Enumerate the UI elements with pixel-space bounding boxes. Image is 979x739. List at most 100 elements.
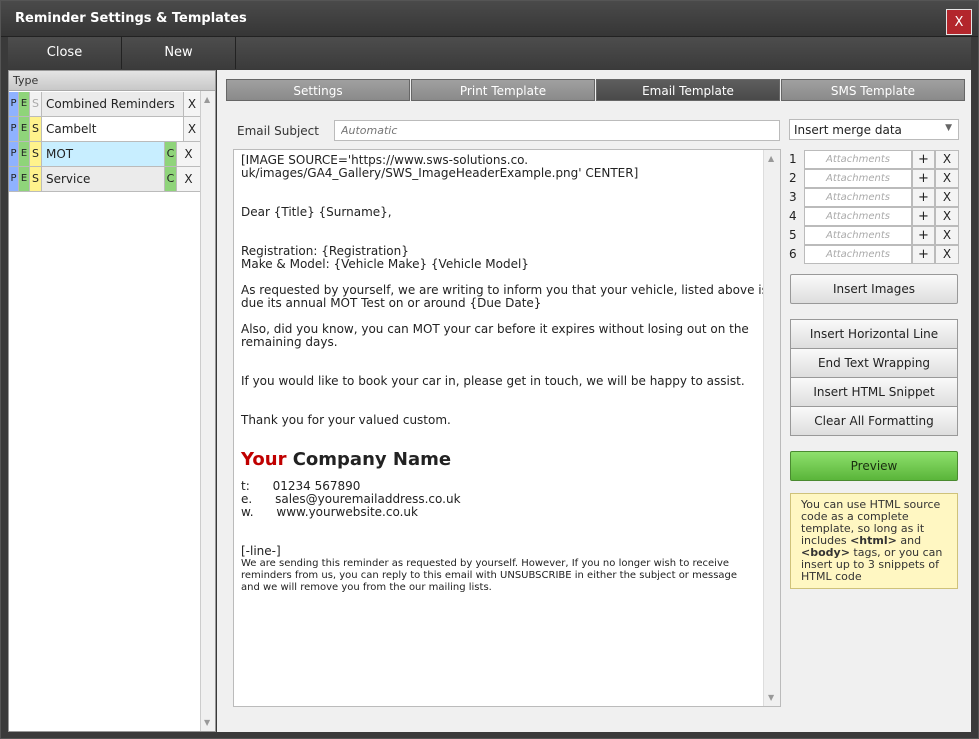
- template-editor-panel: Settings Print Template Email Template S…: [217, 70, 971, 732]
- remove-attachment-button[interactable]: X: [935, 226, 959, 245]
- scroll-down-icon[interactable]: ▼: [204, 718, 210, 727]
- remove-attachment-button[interactable]: X: [935, 169, 959, 188]
- insert-images-button[interactable]: Insert Images: [790, 274, 958, 304]
- reminder-settings-window: Reminder Settings & Templates X Close Ne…: [0, 0, 979, 739]
- attachment-field[interactable]: Attachments: [804, 226, 912, 245]
- attachment-row: 3 Attachments + X: [789, 188, 960, 207]
- remove-attachment-button[interactable]: X: [935, 188, 959, 207]
- delete-type-button[interactable]: X: [184, 92, 201, 117]
- type-name[interactable]: Service: [42, 167, 165, 192]
- tab-print-template[interactable]: Print Template: [411, 79, 595, 101]
- footer-line: We are sending this reminder as requeste…: [241, 558, 730, 569]
- body-line: w. www.yourwebsite.co.uk: [241, 505, 418, 519]
- attachment-field[interactable]: Attachments: [804, 150, 912, 169]
- email-flag[interactable]: E: [19, 92, 30, 117]
- add-attachment-button[interactable]: +: [912, 245, 935, 264]
- attachment-field[interactable]: Attachments: [804, 245, 912, 264]
- chevron-down-icon: ▼: [945, 123, 952, 133]
- type-name[interactable]: Combined Reminders: [42, 92, 184, 117]
- html-tip-box: You can use HTML source code as a comple…: [790, 493, 958, 589]
- scroll-up-icon[interactable]: ▲: [768, 154, 774, 163]
- sms-flag[interactable]: S: [30, 117, 42, 142]
- email-flag[interactable]: E: [19, 142, 30, 167]
- email-body-content[interactable]: [IMAGE SOURCE='https://www.sws-solutions…: [241, 154, 768, 594]
- clear-all-formatting-button[interactable]: Clear All Formatting: [790, 406, 958, 436]
- footer-line: and we will remove you from the our mail…: [241, 582, 492, 593]
- body-line: remaining days.: [241, 335, 338, 349]
- print-flag[interactable]: P: [9, 92, 19, 117]
- type-row-cambelt[interactable]: P E S Cambelt X: [9, 117, 201, 142]
- sms-flag[interactable]: S: [30, 92, 42, 117]
- combined-flag[interactable]: C: [165, 167, 177, 192]
- tab-sms-template[interactable]: SMS Template: [781, 79, 965, 101]
- add-attachment-button[interactable]: +: [912, 188, 935, 207]
- window-close-button[interactable]: X: [946, 9, 972, 35]
- attachment-number: 1: [789, 152, 797, 166]
- body-line: Thank you for your valued custom.: [241, 413, 451, 427]
- sms-flag[interactable]: S: [30, 142, 42, 167]
- company-your-word: Your: [241, 449, 287, 470]
- editor-scrollbar[interactable]: ▲ ▼: [763, 150, 780, 706]
- print-flag[interactable]: P: [9, 167, 19, 192]
- type-row-combined[interactable]: P E S Combined Reminders X: [9, 92, 201, 117]
- attachment-number: 6: [789, 247, 797, 261]
- email-subject-input[interactable]: [334, 120, 780, 141]
- print-flag[interactable]: P: [9, 117, 19, 142]
- type-list-scrollbar[interactable]: ▲ ▼: [200, 91, 215, 731]
- attachment-number: 5: [789, 228, 797, 242]
- end-text-wrapping-button[interactable]: End Text Wrapping: [790, 348, 958, 378]
- company-name-heading: Your Company Name: [241, 449, 761, 471]
- add-attachment-button[interactable]: +: [912, 150, 935, 169]
- add-attachment-button[interactable]: +: [912, 207, 935, 226]
- type-row-mot[interactable]: P E S MOT C X: [9, 142, 201, 167]
- type-name[interactable]: Cambelt: [42, 117, 184, 142]
- attachment-field[interactable]: Attachments: [804, 169, 912, 188]
- remove-attachment-button[interactable]: X: [935, 207, 959, 226]
- scroll-up-icon[interactable]: ▲: [204, 95, 210, 104]
- type-list-panel: Type P E S Combined Reminders X P E S Ca…: [8, 70, 216, 732]
- add-attachment-button[interactable]: +: [912, 226, 935, 245]
- attachment-number: 4: [789, 209, 797, 223]
- insert-horizontal-line-button[interactable]: Insert Horizontal Line: [790, 319, 958, 349]
- delete-type-button[interactable]: X: [184, 117, 201, 142]
- template-tabs: Settings Print Template Email Template S…: [226, 79, 966, 101]
- merge-select-value: Insert merge data: [794, 123, 902, 137]
- footer-line: reminders from us, you can reply to this…: [241, 570, 738, 581]
- remove-attachment-button[interactable]: X: [935, 150, 959, 169]
- preview-button[interactable]: Preview: [790, 451, 958, 481]
- new-button[interactable]: New: [122, 37, 236, 69]
- attachment-row: 4 Attachments + X: [789, 207, 960, 226]
- attachment-row: 6 Attachments + X: [789, 245, 960, 264]
- combined-flag[interactable]: C: [165, 142, 177, 167]
- body-line: Dear {Title} {Surname},: [241, 205, 392, 219]
- email-flag[interactable]: E: [19, 167, 30, 192]
- attachment-number: 2: [789, 171, 797, 185]
- close-button[interactable]: Close: [8, 37, 122, 69]
- type-row-service[interactable]: P E S Service C X: [9, 167, 201, 192]
- email-body-editor[interactable]: [IMAGE SOURCE='https://www.sws-solutions…: [233, 149, 781, 707]
- insert-merge-data-select[interactable]: Insert merge data ▼: [789, 119, 959, 140]
- email-subject-label: Email Subject: [237, 124, 319, 138]
- attachment-row: 2 Attachments + X: [789, 169, 960, 188]
- print-flag[interactable]: P: [9, 142, 19, 167]
- toolbar: Close New: [8, 37, 971, 69]
- scroll-down-icon[interactable]: ▼: [768, 693, 774, 702]
- sms-flag[interactable]: S: [30, 167, 42, 192]
- tab-email-template[interactable]: Email Template: [596, 79, 780, 101]
- remove-attachment-button[interactable]: X: [935, 245, 959, 264]
- insert-html-snippet-button[interactable]: Insert HTML Snippet: [790, 377, 958, 407]
- delete-type-button[interactable]: X: [177, 167, 201, 192]
- attachment-field[interactable]: Attachments: [804, 207, 912, 226]
- attachment-field[interactable]: Attachments: [804, 188, 912, 207]
- company-name-text: Company Name: [286, 449, 452, 470]
- email-flag[interactable]: E: [19, 117, 30, 142]
- attachment-row: 5 Attachments + X: [789, 226, 960, 245]
- attachment-row: 1 Attachments + X: [789, 150, 960, 169]
- add-attachment-button[interactable]: +: [912, 169, 935, 188]
- delete-type-button[interactable]: X: [177, 142, 201, 167]
- type-name[interactable]: MOT: [42, 142, 165, 167]
- tab-settings[interactable]: Settings: [226, 79, 410, 101]
- body-line: Make & Model: {Vehicle Make} {Vehicle Mo…: [241, 257, 529, 271]
- type-column-header: Type: [9, 71, 215, 91]
- body-line: [-line-]: [241, 544, 281, 558]
